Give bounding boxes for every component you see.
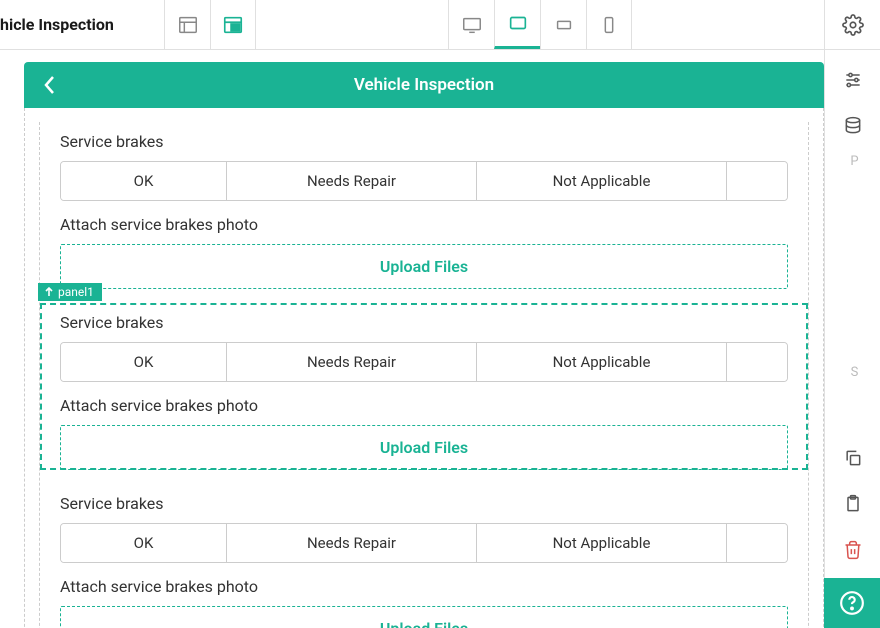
sliders-icon bbox=[843, 70, 863, 90]
attach-label: Attach service brakes photo bbox=[60, 215, 788, 234]
back-button[interactable] bbox=[42, 62, 56, 108]
gear-icon bbox=[842, 14, 864, 36]
copy-icon bbox=[843, 448, 863, 468]
option-needs-repair[interactable]: Needs Repair bbox=[227, 162, 477, 200]
help-icon bbox=[839, 590, 865, 616]
rail-letter-2: S bbox=[851, 365, 859, 380]
option-needs-repair[interactable]: Needs Repair bbox=[227, 524, 477, 562]
attach-label: Attach service brakes photo bbox=[60, 396, 788, 415]
question-label: Service brakes bbox=[60, 494, 788, 513]
question-label: Service brakes bbox=[60, 313, 788, 332]
trash-icon bbox=[843, 540, 863, 560]
device-phone-icon[interactable] bbox=[586, 0, 632, 49]
upload-files-button[interactable]: Upload Files bbox=[60, 425, 788, 470]
form-panel[interactable]: Service brakes OK Needs Repair Not Appli… bbox=[40, 122, 808, 289]
segmented-control: OK Needs Repair Not Applicable R bbox=[60, 342, 788, 382]
attach-label: Attach service brakes photo bbox=[60, 577, 788, 596]
chevron-left-icon bbox=[42, 74, 56, 96]
upload-files-button[interactable]: Upload Files bbox=[60, 606, 788, 628]
device-preview-group bbox=[448, 0, 632, 49]
clipboard-icon bbox=[843, 494, 863, 514]
design-canvas: Vehicle Inspection Service brakes OK Nee… bbox=[0, 50, 824, 628]
help-fab[interactable] bbox=[824, 578, 880, 628]
page-title: hicle Inspection bbox=[0, 15, 164, 34]
option-r[interactable]: R bbox=[727, 343, 788, 381]
option-r[interactable]: R bbox=[727, 162, 788, 200]
copy-button[interactable] bbox=[835, 440, 871, 476]
form-header: Vehicle Inspection bbox=[24, 62, 824, 108]
option-not-applicable[interactable]: Not Applicable bbox=[477, 524, 727, 562]
form-panel-selected[interactable]: panel1 Service brakes OK Needs Repair No… bbox=[40, 303, 808, 470]
option-r[interactable]: R bbox=[727, 524, 788, 562]
data-button[interactable] bbox=[835, 108, 871, 144]
segmented-control: OK Needs Repair Not Applicable R bbox=[60, 161, 788, 201]
settings-button[interactable] bbox=[824, 0, 880, 49]
option-not-applicable[interactable]: Not Applicable bbox=[477, 162, 727, 200]
device-tablet-landscape-icon[interactable] bbox=[494, 0, 540, 49]
form-body: Service brakes OK Needs Repair Not Appli… bbox=[24, 108, 824, 628]
option-not-applicable[interactable]: Not Applicable bbox=[477, 343, 727, 381]
database-icon bbox=[843, 116, 863, 136]
form-title: Vehicle Inspection bbox=[354, 75, 494, 95]
option-ok[interactable]: OK bbox=[61, 343, 227, 381]
rail-letter: P bbox=[850, 154, 858, 169]
option-ok[interactable]: OK bbox=[61, 524, 227, 562]
arrow-up-icon bbox=[44, 287, 54, 297]
device-desktop-icon[interactable] bbox=[448, 0, 494, 49]
upload-files-button[interactable]: Upload Files bbox=[60, 244, 788, 289]
question-label: Service brakes bbox=[60, 132, 788, 151]
layout-split-icon[interactable] bbox=[210, 0, 256, 49]
option-needs-repair[interactable]: Needs Repair bbox=[227, 343, 477, 381]
top-toolbar: hicle Inspection bbox=[0, 0, 880, 50]
properties-rail: P S bbox=[824, 50, 880, 628]
layout-mode-group bbox=[164, 0, 256, 49]
delete-button[interactable] bbox=[835, 532, 871, 568]
layout-single-icon[interactable] bbox=[164, 0, 210, 49]
paste-button[interactable] bbox=[835, 486, 871, 522]
form-panel[interactable]: Service brakes OK Needs Repair Not Appli… bbox=[40, 484, 808, 628]
sliders-button[interactable] bbox=[835, 62, 871, 98]
device-tablet-portrait-icon[interactable] bbox=[540, 0, 586, 49]
option-ok[interactable]: OK bbox=[61, 162, 227, 200]
panel-tag[interactable]: panel1 bbox=[38, 283, 102, 301]
segmented-control: OK Needs Repair Not Applicable R bbox=[60, 523, 788, 563]
